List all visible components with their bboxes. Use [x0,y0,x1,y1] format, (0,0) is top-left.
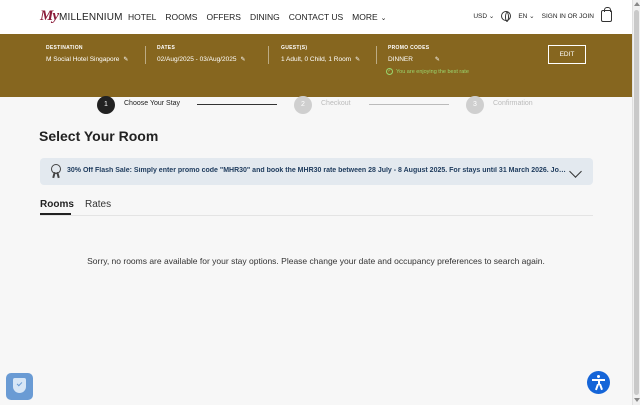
promo-status-text: You are enjoying the best rate [396,69,469,75]
ribbon-icon [51,164,61,179]
scroll-thumb[interactable] [634,10,639,395]
logo-text: MILLENNIUM [59,12,123,23]
page-title: Select Your Room [39,128,159,144]
currency-value: USD [473,13,488,20]
promo-banner[interactable]: 30% Off Flash Sale: Simply enter promo c… [40,158,593,185]
divider [376,46,377,64]
currency-selector[interactable]: USD ⌄ [473,12,494,20]
step-connector [369,104,449,105]
step-1-number: 1 [97,96,115,114]
destination-field[interactable]: DESTINATION M Social Hotel Singapore ✎ [46,45,128,63]
logo-my: My [40,8,59,24]
divider [268,46,269,64]
tab-rooms[interactable]: Rooms [40,199,74,210]
shield-icon[interactable] [6,373,33,400]
dates-label: DATES [157,45,176,51]
no-rooms-message: Sorry, no rooms are available for your s… [87,256,545,266]
accessibility-icon[interactable] [587,371,610,394]
promo-value: DINNER [388,56,413,63]
mymillennium-logo[interactable]: My MILLENNIUM [40,8,123,25]
step-2-number: 2 [294,96,312,114]
guests-label: GUEST(S) [281,45,308,51]
chevron-down-icon: ⌄ [380,15,387,22]
language-value: EN [518,13,528,20]
dates-field[interactable]: DATES 02/Aug/2025 - 03/Aug/2025 ✎ [157,45,246,63]
chevron-down-icon: ⌄ [488,13,495,20]
pencil-icon[interactable]: ✎ [355,56,360,63]
destination-value: M Social Hotel Singapore [46,56,120,63]
scroll-down-arrow[interactable] [634,398,640,402]
step-2-label: Checkout [321,100,351,107]
step-3-label: Confirmation [493,100,533,107]
promo-field[interactable]: PROMO CODES DINNER ✎ [388,45,440,63]
shopping-bag-icon[interactable] [601,7,612,22]
pencil-icon[interactable]: ✎ [435,56,440,63]
nav-more-label: MORE [352,12,378,22]
main-menu: HOTEL ROOMS OFFERS DINING CONTACT US MOR… [128,12,387,22]
tabs-divider [40,215,593,216]
nav-offers[interactable]: OFFERS [206,12,240,22]
pencil-icon[interactable]: ✎ [241,56,246,63]
pencil-icon[interactable]: ✎ [123,56,128,63]
promo-label: PROMO CODES [388,45,430,51]
step-3-number: 3 [466,96,484,114]
signin-link[interactable]: SIGN IN OR JOIN [542,13,594,20]
nav-more[interactable]: MORE ⌄ [352,12,386,22]
scrollbar[interactable] [632,0,640,405]
globe-icon[interactable] [501,11,512,22]
active-tab-indicator [40,213,71,215]
tab-rates[interactable]: Rates [85,199,111,210]
scroll-up-arrow[interactable] [634,2,640,6]
utility-nav: USD ⌄ EN ⌄ SIGN IN OR JOIN [473,7,612,22]
nav-contact-us[interactable]: CONTACT US [289,12,343,22]
booking-summary-bar: DESTINATION M Social Hotel Singapore ✎ DA… [0,34,632,97]
nav-dining[interactable]: DINING [250,12,280,22]
chevron-down-icon: ⌄ [529,13,535,20]
language-selector[interactable]: EN ⌄ [518,12,534,20]
promo-banner-text: 30% Off Flash Sale: Simply enter promo c… [67,167,567,174]
check-circle-icon: ✓ [386,68,393,75]
nav-hotel[interactable]: HOTEL [128,12,156,22]
promo-status: ✓ You are enjoying the best rate [386,68,476,76]
destination-label: DESTINATION [46,45,83,51]
guests-field[interactable]: GUEST(S) 1 Adult, 0 Child, 1 Room ✎ [281,45,360,63]
guests-value: 1 Adult, 0 Child, 1 Room [281,56,352,63]
step-1-label: Choose Your Stay [124,100,181,107]
dates-value: 02/Aug/2025 - 03/Aug/2025 [157,56,237,63]
top-navigation: My MILLENNIUM HOTEL ROOMS OFFERS DINING … [0,0,632,34]
nav-rooms[interactable]: ROOMS [165,12,197,22]
step-connector [197,104,277,105]
divider [145,46,146,64]
edit-button[interactable]: EDIT [548,45,586,64]
